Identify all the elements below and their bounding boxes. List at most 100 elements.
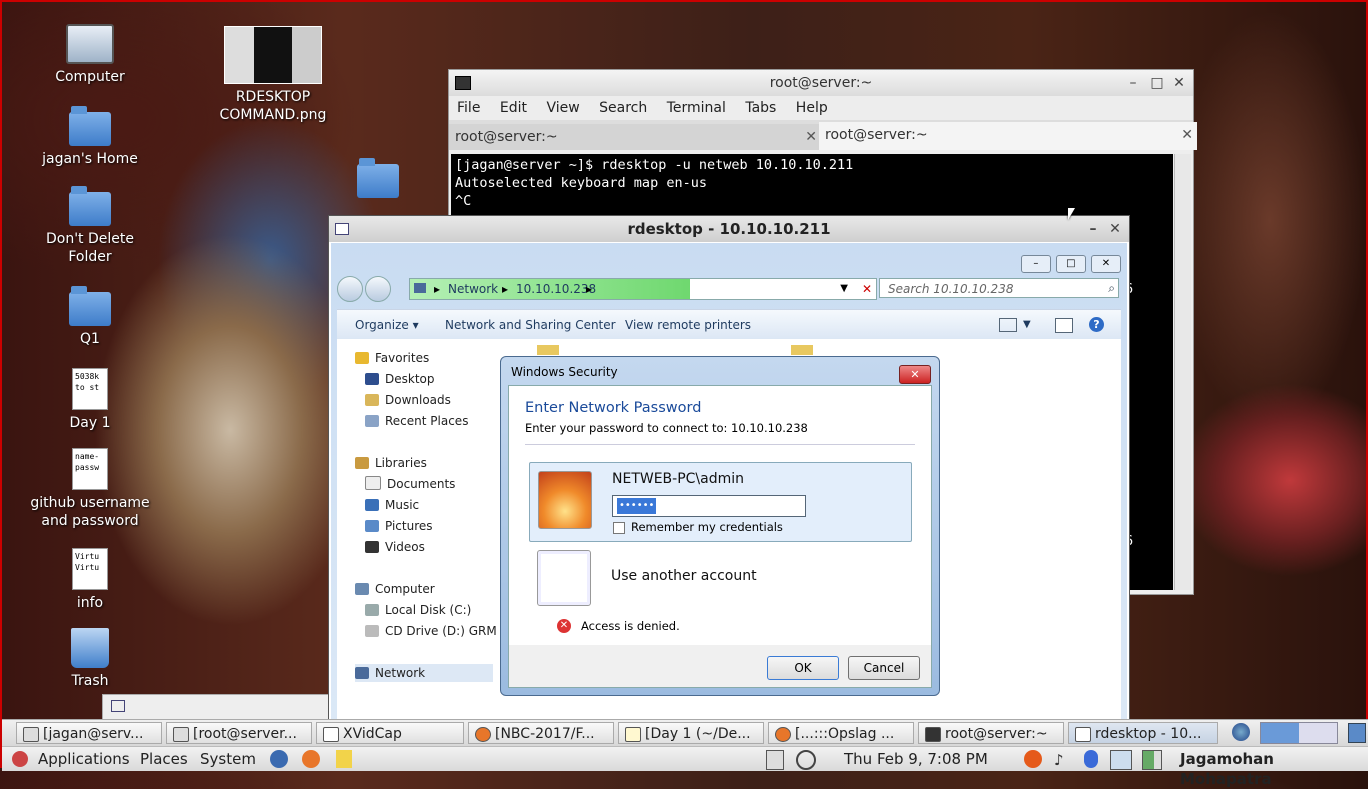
- nav-desktop[interactable]: Desktop: [365, 370, 435, 388]
- close-button[interactable]: ✕: [1105, 216, 1125, 242]
- battery-icon[interactable]: [1142, 750, 1162, 770]
- volume-icon[interactable]: ♪: [1054, 750, 1072, 769]
- bluetooth-icon[interactable]: [1084, 750, 1098, 768]
- terminal-tab-1[interactable]: root@server:~ ✕: [449, 124, 821, 150]
- desktop-icon-rdesktop-png[interactable]: RDESKTOP COMMAND.png: [213, 26, 333, 124]
- taskbar-item-opslag-firefox[interactable]: [...:::Opslag ...: [768, 722, 914, 744]
- minimized-window-fragment[interactable]: [102, 694, 330, 720]
- desktop-icon-github[interactable]: name- passw github username and password: [30, 448, 150, 530]
- nav-documents[interactable]: Documents: [365, 475, 455, 493]
- maximize-button[interactable]: □: [1147, 70, 1167, 96]
- taskbar-item-rdesktop[interactable]: rdesktop - 10...: [1068, 722, 1218, 744]
- menu-search[interactable]: Search: [599, 100, 647, 116]
- view-options-icon[interactable]: [999, 318, 1017, 332]
- taskbar-label: root@server:~: [945, 726, 1048, 742]
- tab-close-icon[interactable]: ✕: [1181, 122, 1193, 148]
- rdesktop-titlebar[interactable]: rdesktop - 10.10.10.211 – ✕: [329, 216, 1129, 242]
- update-alert-icon[interactable]: [1024, 750, 1042, 768]
- chevron-down-icon[interactable]: ▼: [1023, 310, 1031, 340]
- desktop-icon-dont-delete[interactable]: Don't Delete Folder: [30, 186, 150, 266]
- address-dropdown-icon[interactable]: ▼: [840, 279, 848, 299]
- network-sharing-center-button[interactable]: Network and Sharing Center: [445, 310, 616, 340]
- address-bar[interactable]: ▸ Network ▸ 10.10.10.238 ▸ ▼ ✕: [409, 278, 877, 300]
- menu-help[interactable]: Help: [796, 100, 828, 116]
- explorer-maximize-button[interactable]: □: [1055, 255, 1086, 273]
- menu-tabs[interactable]: Tabs: [745, 100, 776, 116]
- workspace-switcher[interactable]: [1260, 722, 1338, 744]
- nav-recent-places[interactable]: Recent Places: [365, 412, 468, 430]
- nav-pictures[interactable]: Pictures: [365, 517, 433, 535]
- show-desktop-icon[interactable]: [1348, 723, 1366, 743]
- workspace-globe-icon[interactable]: [1232, 723, 1250, 741]
- remember-checkbox[interactable]: [613, 522, 625, 534]
- clipboard-icon[interactable]: [766, 750, 784, 770]
- password-input[interactable]: ••••••: [612, 495, 806, 517]
- breadcrumb-host[interactable]: 10.10.10.238: [516, 279, 596, 299]
- nav-music[interactable]: Music: [365, 496, 419, 514]
- nav-videos[interactable]: Videos: [365, 538, 425, 556]
- help-icon[interactable]: ?: [1089, 317, 1104, 332]
- desktop-icon-q1[interactable]: Q1: [30, 286, 150, 348]
- taskbar-item-root-terminal[interactable]: [root@server...: [166, 722, 312, 744]
- nav-cd-drive[interactable]: CD Drive (D:) GRMC: [365, 622, 505, 640]
- taskbar-item-xvidcap[interactable]: XVidCap: [316, 722, 464, 744]
- tab-close-icon[interactable]: ✕: [805, 124, 817, 150]
- dialog-close-button[interactable]: ✕: [899, 365, 931, 384]
- view-remote-printers-button[interactable]: View remote printers: [625, 310, 751, 340]
- desktop-icon-trash[interactable]: Trash: [30, 628, 150, 690]
- firefox-launcher-icon[interactable]: [302, 750, 320, 768]
- applications-menu[interactable]: Applications: [38, 749, 130, 769]
- downloads-icon: [365, 394, 379, 406]
- desktop-folder-partial[interactable]: [318, 158, 438, 202]
- taskbar-item-nbc-firefox[interactable]: [NBC-2017/F...: [468, 722, 614, 744]
- terminal-tab-2[interactable]: root@server:~ ✕: [819, 122, 1197, 150]
- clock[interactable]: Thu Feb 9, 7:08 PM: [844, 749, 988, 769]
- taskbar-item-day1-editor[interactable]: [Day 1 (~/De...: [618, 722, 764, 744]
- desktop-icon-computer[interactable]: Computer: [30, 24, 150, 86]
- places-menu[interactable]: Places: [140, 749, 188, 769]
- menu-file[interactable]: File: [457, 100, 480, 116]
- preview-pane-icon[interactable]: [1055, 318, 1073, 333]
- power-icon[interactable]: [796, 750, 816, 770]
- terminal-titlebar[interactable]: root@server:~ – □ ✕: [449, 70, 1193, 96]
- network-status-icon[interactable]: [1110, 750, 1132, 770]
- forward-button[interactable]: [365, 276, 391, 302]
- stop-icon[interactable]: ✕: [862, 279, 872, 299]
- nav-favorites[interactable]: Favorites: [355, 349, 429, 367]
- desktop-icon: [365, 373, 379, 385]
- breadcrumb-network[interactable]: Network: [448, 279, 498, 299]
- thunderbird-launcher-icon[interactable]: [270, 750, 288, 768]
- nav-label: Local Disk (C:): [385, 603, 472, 617]
- menu-view[interactable]: View: [546, 100, 579, 116]
- organize-button[interactable]: Organize ▾: [355, 310, 419, 340]
- system-menu[interactable]: System: [200, 749, 256, 769]
- nav-computer[interactable]: Computer: [355, 580, 435, 598]
- terminal-scrollbar[interactable]: [1174, 154, 1191, 590]
- windows-security-dialog: Windows Security ✕ Enter Network Passwor…: [500, 356, 940, 696]
- nav-network[interactable]: Network: [355, 664, 493, 682]
- desktop-icon-home[interactable]: jagan's Home: [30, 106, 150, 168]
- divider: [525, 444, 915, 445]
- other-account-tile[interactable]: Use another account: [529, 548, 910, 610]
- nav-libraries[interactable]: Libraries: [355, 454, 427, 472]
- menu-edit[interactable]: Edit: [500, 100, 527, 116]
- explorer-minimize-button[interactable]: –: [1020, 255, 1051, 273]
- desktop-icon-info[interactable]: Virtu Virtu info: [30, 548, 150, 612]
- back-button[interactable]: [337, 276, 363, 302]
- close-button[interactable]: ✕: [1169, 70, 1189, 96]
- ok-button[interactable]: OK: [767, 656, 839, 680]
- notes-launcher-icon[interactable]: [336, 750, 352, 768]
- nav-downloads[interactable]: Downloads: [365, 391, 451, 409]
- search-input[interactable]: Search 10.10.10.238: [879, 278, 1119, 298]
- nav-local-disk[interactable]: Local Disk (C:): [365, 601, 471, 619]
- taskbar-item-jagan-terminal[interactable]: [jagan@serv...: [16, 722, 162, 744]
- desktop-icon-day1[interactable]: 5038k to st Day 1: [30, 368, 150, 432]
- menu-terminal[interactable]: Terminal: [667, 100, 726, 116]
- minimize-button[interactable]: –: [1083, 216, 1103, 242]
- credential-tile-selected[interactable]: NETWEB-PC\admin •••••• Remember my crede…: [529, 462, 912, 542]
- taskbar-item-root-server[interactable]: root@server:~: [918, 722, 1064, 744]
- cancel-button[interactable]: Cancel: [848, 656, 920, 680]
- minimize-button[interactable]: –: [1123, 70, 1143, 96]
- user-name[interactable]: Jagamohan Mohapatra: [1180, 749, 1368, 789]
- explorer-close-button[interactable]: ✕: [1091, 255, 1121, 273]
